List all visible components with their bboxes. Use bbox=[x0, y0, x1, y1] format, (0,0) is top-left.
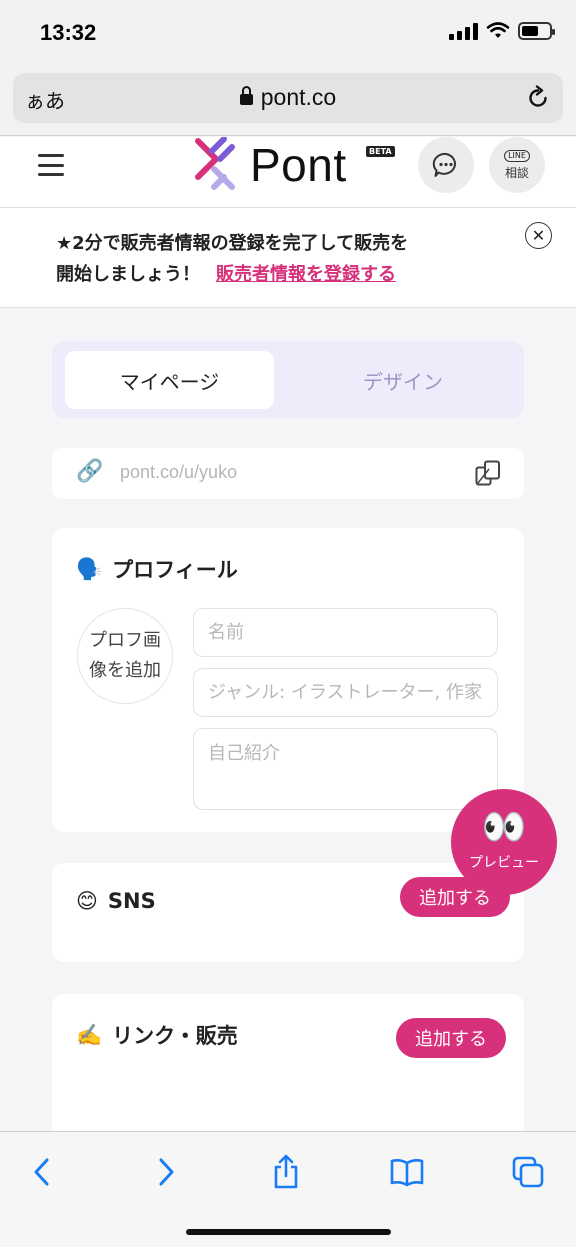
preview-label: プレビュー bbox=[469, 855, 539, 871]
chat-bubble-icon bbox=[432, 152, 456, 177]
genre-input[interactable]: ジャンル: イラストレーター, 作家 bbox=[193, 668, 498, 717]
profile-title: プロフィール bbox=[112, 558, 238, 582]
eyes-icon: 👀 bbox=[481, 807, 527, 848]
copy-icon[interactable] bbox=[474, 459, 502, 487]
banner-close-icon[interactable]: ✕ bbox=[525, 222, 552, 249]
sns-heading: 😊 SNS bbox=[76, 889, 156, 913]
share-icon bbox=[274, 1154, 298, 1189]
domain-text: pont.co bbox=[260, 84, 337, 110]
beta-badge: BETA bbox=[366, 146, 395, 157]
links-heading: ✍️ リンク・販売 bbox=[76, 1020, 238, 1050]
menu-icon[interactable] bbox=[38, 154, 64, 176]
reload-icon[interactable] bbox=[525, 85, 551, 111]
smiley-icon: 😊 bbox=[76, 889, 98, 913]
name-input[interactable]: 名前 bbox=[193, 608, 498, 657]
links-title: リンク・販売 bbox=[112, 1024, 238, 1048]
add-profile-image-button[interactable]: プロフ画 像を追加 bbox=[77, 608, 173, 704]
site-header: Pont BETA LINE 相談 bbox=[0, 137, 576, 207]
speaking-head-icon: 🗣️ bbox=[76, 556, 103, 581]
link-icon: 🔗 bbox=[76, 459, 104, 484]
line-icon: LINE bbox=[504, 149, 530, 162]
tabs-icon bbox=[512, 1156, 544, 1188]
bio-textarea[interactable]: 自己紹介 bbox=[193, 728, 498, 810]
line-consult-button[interactable]: LINE 相談 bbox=[489, 137, 545, 193]
page-tabs: マイページ デザイン bbox=[52, 341, 524, 418]
tab-mypage[interactable]: マイページ bbox=[65, 351, 274, 409]
banner-text-line2: 開始しましょう！ 販売者情報を登録する bbox=[56, 260, 396, 286]
sns-card: 😊 SNS 追加する bbox=[52, 863, 524, 962]
bookmarks-button[interactable] bbox=[387, 1152, 427, 1192]
profile-heading: 🗣️ プロフィール bbox=[76, 554, 238, 584]
avatar-text-line2: 像を追加 bbox=[89, 660, 161, 681]
seller-registration-banner: ★2分で販売者情報の登録を完了して販売を 開始しましょう！ 販売者情報を登録する … bbox=[0, 207, 576, 308]
pont-logo[interactable]: Pont BETA bbox=[194, 137, 395, 193]
back-button[interactable] bbox=[22, 1152, 62, 1192]
status-icons bbox=[449, 22, 555, 40]
book-icon bbox=[390, 1159, 424, 1187]
profile-url[interactable]: pont.co/u/yuko bbox=[120, 462, 237, 483]
back-chevron-icon bbox=[34, 1158, 49, 1186]
browser-address-area: ぁあ pont.co bbox=[0, 68, 576, 136]
address-bar[interactable]: ぁあ pont.co bbox=[13, 73, 563, 123]
logo-text: Pont bbox=[250, 139, 347, 191]
register-seller-link[interactable]: 販売者情報を登録する bbox=[216, 264, 396, 285]
forward-chevron-icon bbox=[159, 1158, 174, 1186]
profile-card: 🗣️ プロフィール プロフ画 像を追加 名前 ジャンル: イラストレーター, 作… bbox=[52, 528, 524, 832]
pont-logo-mark bbox=[195, 137, 235, 190]
battery-icon bbox=[518, 22, 555, 40]
avatar-text-line1: プロフ画 bbox=[89, 630, 161, 651]
tabs-button[interactable] bbox=[508, 1152, 548, 1192]
browser-toolbar bbox=[0, 1131, 576, 1247]
chat-button[interactable] bbox=[418, 137, 474, 193]
preview-button[interactable]: 👀 プレビュー bbox=[451, 789, 557, 895]
profile-url-card: 🔗 pont.co/u/yuko bbox=[52, 448, 524, 499]
home-indicator bbox=[186, 1229, 391, 1235]
tab-design[interactable]: デザイン bbox=[288, 351, 518, 409]
links-card: ✍️ リンク・販売 追加する bbox=[52, 994, 524, 1154]
banner-text-line2-start: 開始しましょう！ bbox=[56, 264, 200, 285]
lock-icon bbox=[239, 86, 253, 105]
status-time: 13:32 bbox=[40, 20, 97, 45]
address-domain[interactable]: pont.co bbox=[13, 84, 563, 111]
share-button[interactable] bbox=[266, 1152, 306, 1192]
writing-hand-icon: ✍️ bbox=[76, 1022, 103, 1047]
forward-button[interactable] bbox=[146, 1152, 186, 1192]
wifi-icon bbox=[486, 22, 510, 38]
cellular-signal-icon bbox=[449, 22, 478, 40]
sns-title: SNS bbox=[107, 889, 156, 913]
line-consult-label: 相談 bbox=[504, 165, 529, 180]
add-link-button[interactable]: 追加する bbox=[396, 1018, 506, 1058]
status-bar: 13:32 bbox=[0, 0, 576, 68]
banner-text-line1: ★2分で販売者情報の登録を完了して販売を bbox=[56, 233, 409, 254]
